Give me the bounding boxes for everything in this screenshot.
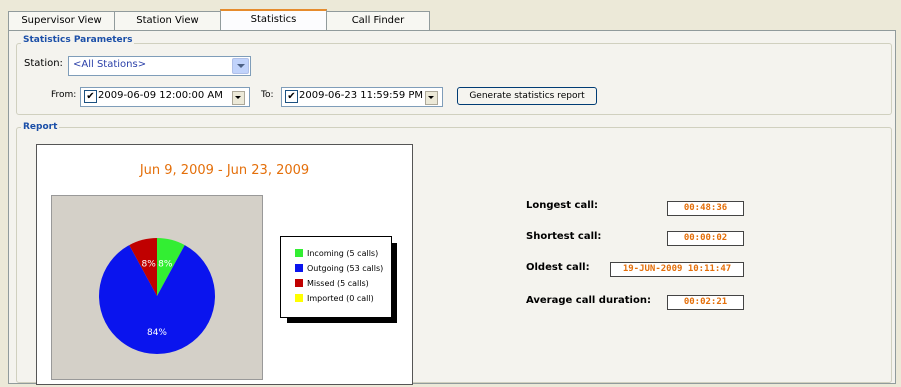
oldest-call-value: 19-JUN-2009 10:11:47 bbox=[610, 262, 744, 277]
legend-swatch bbox=[295, 264, 303, 272]
tab-station-view[interactable]: Station View bbox=[114, 11, 221, 30]
report-title: Report bbox=[21, 122, 60, 132]
pie-chart: Jun 9, 2009 - Jun 23, 2009 8% 84% 8% Incom… bbox=[36, 144, 413, 385]
station-select-value: <All Stations> bbox=[73, 59, 147, 70]
generate-report-button[interactable]: Generate statistics report bbox=[457, 87, 597, 105]
shortest-call-value: 00:00:02 bbox=[667, 231, 744, 246]
legend-label: Outgoing (53 calls) bbox=[307, 264, 384, 273]
longest-call-label: Longest call: bbox=[526, 200, 599, 211]
from-label: From: bbox=[51, 90, 77, 100]
average-call-duration-value: 00:02:21 bbox=[667, 295, 744, 310]
pie-slice-label: 8% bbox=[142, 259, 157, 269]
pie-slice-label: 8% bbox=[158, 259, 173, 269]
average-call-duration-label: Average call duration: bbox=[526, 295, 651, 306]
legend-label: Imported (0 call) bbox=[307, 294, 374, 303]
longest-call-value: 00:48:36 bbox=[667, 201, 744, 216]
legend-swatch bbox=[295, 279, 303, 287]
station-label: Station: bbox=[24, 58, 63, 69]
tab-supervisor-view[interactable]: Supervisor View bbox=[8, 11, 115, 30]
tab-statistics[interactable]: Statistics bbox=[220, 9, 327, 30]
chart-plot-area: 8% 84% 8% bbox=[51, 195, 263, 380]
legend-swatch bbox=[295, 294, 303, 302]
legend-item-missed: Missed (5 calls) bbox=[295, 279, 369, 288]
tab-call-finder[interactable]: Call Finder bbox=[326, 11, 430, 30]
pie-slice-label: 84% bbox=[147, 328, 167, 338]
station-select[interactable]: <All Stations> bbox=[68, 56, 251, 76]
chart-title: Jun 9, 2009 - Jun 23, 2009 bbox=[139, 163, 310, 178]
chevron-down-icon[interactable] bbox=[232, 91, 245, 105]
from-enabled-checkbox[interactable]: ✔ bbox=[84, 90, 97, 103]
legend-swatch bbox=[295, 249, 303, 257]
to-date-picker[interactable]: ✔ 2009-06-23 11:59:59 PM bbox=[281, 87, 443, 107]
statistics-pane: Statistics Parameters Station: <All Stat… bbox=[8, 30, 896, 385]
legend-label: Missed (5 calls) bbox=[307, 279, 369, 288]
pie-svg: 8% 84% 8% bbox=[99, 238, 215, 354]
tab-bar: Supervisor View Station View Statistics … bbox=[8, 9, 430, 31]
legend-item-outgoing: Outgoing (53 calls) bbox=[295, 264, 383, 273]
legend-item-imported: Imported (0 call) bbox=[295, 294, 374, 303]
chevron-down-icon[interactable] bbox=[232, 58, 249, 74]
statistics-parameters-title: Statistics Parameters bbox=[21, 35, 135, 45]
to-label: To: bbox=[261, 90, 274, 100]
to-date-value: 2009-06-23 11:59:59 PM bbox=[299, 90, 424, 101]
legend-item-incoming: Incoming (5 calls) bbox=[295, 249, 378, 258]
shortest-call-label: Shortest call: bbox=[526, 231, 602, 242]
from-date-value: 2009-06-09 12:00:00 AM bbox=[98, 90, 223, 101]
chart-legend: Incoming (5 calls) Outgoing (53 calls) M… bbox=[280, 236, 392, 318]
oldest-call-label: Oldest call: bbox=[526, 262, 590, 273]
from-date-picker[interactable]: ✔ 2009-06-09 12:00:00 AM bbox=[80, 87, 250, 107]
chevron-down-icon[interactable] bbox=[425, 91, 438, 105]
to-enabled-checkbox[interactable]: ✔ bbox=[285, 90, 298, 103]
legend-label: Incoming (5 calls) bbox=[307, 249, 379, 258]
